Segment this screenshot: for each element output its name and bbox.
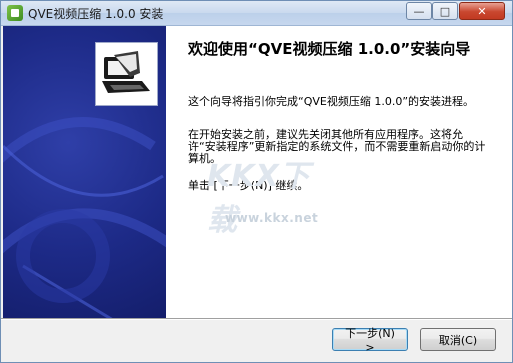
minimize-icon: — xyxy=(413,4,425,18)
maximize-button[interactable]: □ xyxy=(432,2,458,20)
installer-window: QVE视频压缩 1.0.0 安装 — □ ✕ 欢迎使用“QVE视频压缩 1.0.… xyxy=(0,0,513,363)
welcome-content: 欢迎使用“QVE视频压缩 1.0.0”安装向导 这个向导将指引你完成“QVE视频… xyxy=(166,26,512,318)
title-bar[interactable]: QVE视频压缩 1.0.0 安装 — □ ✕ xyxy=(1,1,512,26)
next-button[interactable]: 下一步(N) > xyxy=(332,327,408,354)
maximize-icon: □ xyxy=(439,4,451,18)
close-apps-text: 在开始安装之前，建议先关闭其他所有应用程序。这将允许“安装程序”更新指定的系统文… xyxy=(188,128,486,165)
close-button[interactable]: ✕ xyxy=(459,2,505,20)
installer-logo xyxy=(95,42,158,106)
minimize-button[interactable]: — xyxy=(406,2,432,20)
app-icon xyxy=(7,5,23,21)
intro-text: 这个向导将指引你完成“QVE视频压缩 1.0.0”的安装进程。 xyxy=(188,95,475,108)
continue-instruction: 单击 [下一步(N)] 继续。 xyxy=(188,179,309,192)
wizard-sidebar-banner xyxy=(3,26,166,318)
window-title: QVE视频压缩 1.0.0 安装 xyxy=(28,7,164,21)
installer-computer-icon xyxy=(102,51,150,93)
footer-divider-highlight xyxy=(1,319,512,320)
cancel-button[interactable]: 取消(C) xyxy=(420,328,496,351)
welcome-heading: 欢迎使用“QVE视频压缩 1.0.0”安装向导 xyxy=(188,40,471,58)
close-icon: ✕ xyxy=(477,4,487,18)
